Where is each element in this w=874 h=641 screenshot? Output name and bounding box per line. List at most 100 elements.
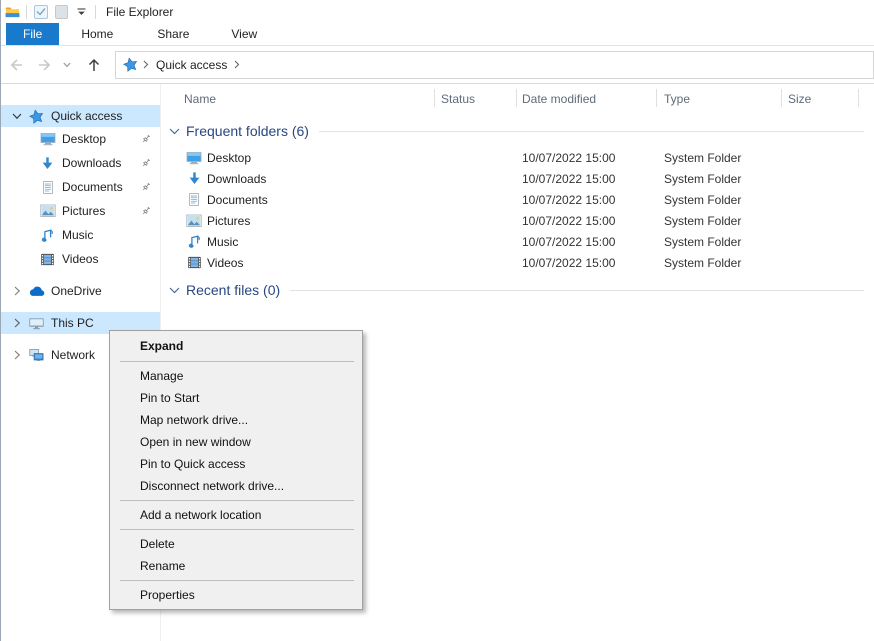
column-status[interactable]: Status — [441, 92, 475, 106]
address-bar[interactable]: Quick access — [115, 51, 874, 79]
menu-item-expand[interactable]: Expand — [110, 334, 362, 358]
document-icon — [186, 192, 202, 207]
title-bar: File Explorer — [1, 0, 874, 23]
chevron-right-icon[interactable] — [11, 286, 23, 296]
menu-item-delete[interactable]: Delete — [110, 533, 362, 555]
column-type[interactable]: Type — [664, 92, 690, 106]
this-pc-monitor-icon — [28, 316, 45, 331]
chevron-down-icon[interactable] — [169, 287, 180, 294]
menu-item-properties[interactable]: Properties — [110, 584, 362, 606]
file-date-modified: 10/07/2022 15:00 — [516, 151, 656, 165]
group-rule — [319, 131, 864, 132]
tab-share[interactable]: Share — [143, 23, 203, 45]
chevron-right-icon[interactable] — [143, 60, 149, 69]
menu-item-rename[interactable]: Rename — [110, 555, 362, 577]
window-title: File Explorer — [106, 5, 173, 19]
up-arrow-icon[interactable] — [79, 57, 109, 73]
tab-home[interactable]: Home — [67, 23, 127, 45]
sidebar-item-label: Videos — [62, 252, 98, 266]
file-name: Music — [207, 235, 238, 249]
tab-view[interactable]: View — [217, 23, 271, 45]
back-arrow-icon[interactable] — [1, 57, 31, 73]
frequent-folders-list: Desktop 10/07/2022 15:00 System Folder D… — [161, 147, 874, 273]
file-type: System Folder — [656, 172, 781, 186]
group-label: Recent files (0) — [186, 282, 280, 298]
chevron-down-icon[interactable] — [169, 128, 180, 135]
column-date-modified[interactable]: Date modified — [522, 92, 596, 106]
column-name[interactable]: Name — [184, 92, 216, 106]
download-arrow-icon — [186, 171, 202, 186]
chevron-right-icon[interactable] — [234, 60, 240, 69]
network-icon — [28, 348, 45, 362]
column-divider[interactable] — [516, 89, 517, 107]
menu-item-disconnect-network-drive[interactable]: Disconnect network drive... — [110, 475, 362, 497]
menu-item-pin-to-quick-access[interactable]: Pin to Quick access — [110, 453, 362, 475]
this-pc-context-menu: Expand Manage Pin to Start Map network d… — [109, 330, 363, 610]
menu-separator — [120, 361, 354, 362]
file-row-downloads[interactable]: Downloads 10/07/2022 15:00 System Folder — [161, 168, 874, 189]
column-size[interactable]: Size — [788, 92, 811, 106]
chevron-down-icon[interactable] — [11, 113, 23, 120]
breadcrumb-location[interactable]: Quick access — [154, 58, 229, 72]
column-divider[interactable] — [781, 89, 782, 107]
sidebar-item-downloads[interactable]: Downloads — [1, 151, 160, 175]
file-row-videos[interactable]: Videos 10/07/2022 15:00 System Folder — [161, 252, 874, 273]
quick-access-star-icon — [122, 56, 140, 74]
group-label: Frequent folders (6) — [186, 123, 309, 139]
sidebar-item-pictures[interactable]: Pictures — [1, 199, 160, 223]
menu-separator — [120, 529, 354, 530]
properties-check-icon[interactable] — [33, 4, 48, 19]
titlebar-separator — [26, 5, 27, 19]
column-divider[interactable] — [858, 89, 859, 107]
sidebar-item-quick-access[interactable]: Quick access — [1, 105, 160, 127]
menu-item-manage[interactable]: Manage — [110, 365, 362, 387]
file-type: System Folder — [656, 214, 781, 228]
group-recent-files[interactable]: Recent files (0) — [161, 279, 874, 301]
file-date-modified: 10/07/2022 15:00 — [516, 193, 656, 207]
sidebar-item-desktop[interactable]: Desktop — [1, 127, 160, 151]
file-row-music[interactable]: Music 10/07/2022 15:00 System Folder — [161, 231, 874, 252]
file-row-pictures[interactable]: Pictures 10/07/2022 15:00 System Folder — [161, 210, 874, 231]
file-date-modified: 10/07/2022 15:00 — [516, 256, 656, 270]
menu-item-open-in-new-window[interactable]: Open in new window — [110, 431, 362, 453]
menu-item-add-network-location[interactable]: Add a network location — [110, 504, 362, 526]
pin-icon — [140, 181, 152, 193]
file-row-desktop[interactable]: Desktop 10/07/2022 15:00 System Folder — [161, 147, 874, 168]
onedrive-cloud-icon — [28, 286, 45, 297]
ribbon-tab-row: File Home Share View — [1, 23, 874, 46]
qat-customize-caret-icon[interactable] — [74, 4, 89, 19]
group-frequent-folders[interactable]: Frequent folders (6) — [161, 120, 874, 142]
column-header-row: Name Status Date modified Type Size — [161, 84, 874, 112]
sidebar-item-label: OneDrive — [51, 284, 102, 298]
forward-arrow-icon[interactable] — [31, 57, 59, 73]
explorer-folder-icon — [5, 4, 20, 19]
column-divider[interactable] — [656, 89, 657, 107]
sidebar-item-label: Network — [51, 348, 95, 362]
sidebar-item-onedrive[interactable]: OneDrive — [1, 280, 160, 302]
recent-locations-caret-icon[interactable] — [59, 62, 75, 68]
desktop-icon — [39, 131, 56, 147]
menu-item-pin-to-start[interactable]: Pin to Start — [110, 387, 362, 409]
sidebar-item-documents[interactable]: Documents — [1, 175, 160, 199]
file-row-documents[interactable]: Documents 10/07/2022 15:00 System Folder — [161, 189, 874, 210]
sidebar-item-music[interactable]: Music — [1, 223, 160, 247]
document-icon — [39, 180, 56, 195]
new-folder-icon[interactable] — [54, 4, 69, 19]
file-explorer-window: File Explorer File Home Share View Quic — [0, 0, 874, 641]
sidebar-item-videos[interactable]: Videos — [1, 247, 160, 271]
menu-item-map-network-drive[interactable]: Map network drive... — [110, 409, 362, 431]
desktop-icon — [186, 150, 202, 166]
chevron-right-icon[interactable] — [11, 350, 23, 360]
sidebar-item-label: This PC — [51, 316, 94, 330]
group-rule — [290, 290, 864, 291]
column-divider[interactable] — [434, 89, 435, 107]
sidebar-item-label: Music — [62, 228, 93, 242]
tab-file[interactable]: File — [6, 23, 59, 45]
chevron-right-icon[interactable] — [11, 318, 23, 328]
file-name: Downloads — [207, 172, 266, 186]
file-date-modified: 10/07/2022 15:00 — [516, 235, 656, 249]
file-name: Documents — [207, 193, 268, 207]
sidebar-item-label: Pictures — [62, 204, 105, 218]
sidebar-item-label: Desktop — [62, 132, 106, 146]
file-type: System Folder — [656, 193, 781, 207]
